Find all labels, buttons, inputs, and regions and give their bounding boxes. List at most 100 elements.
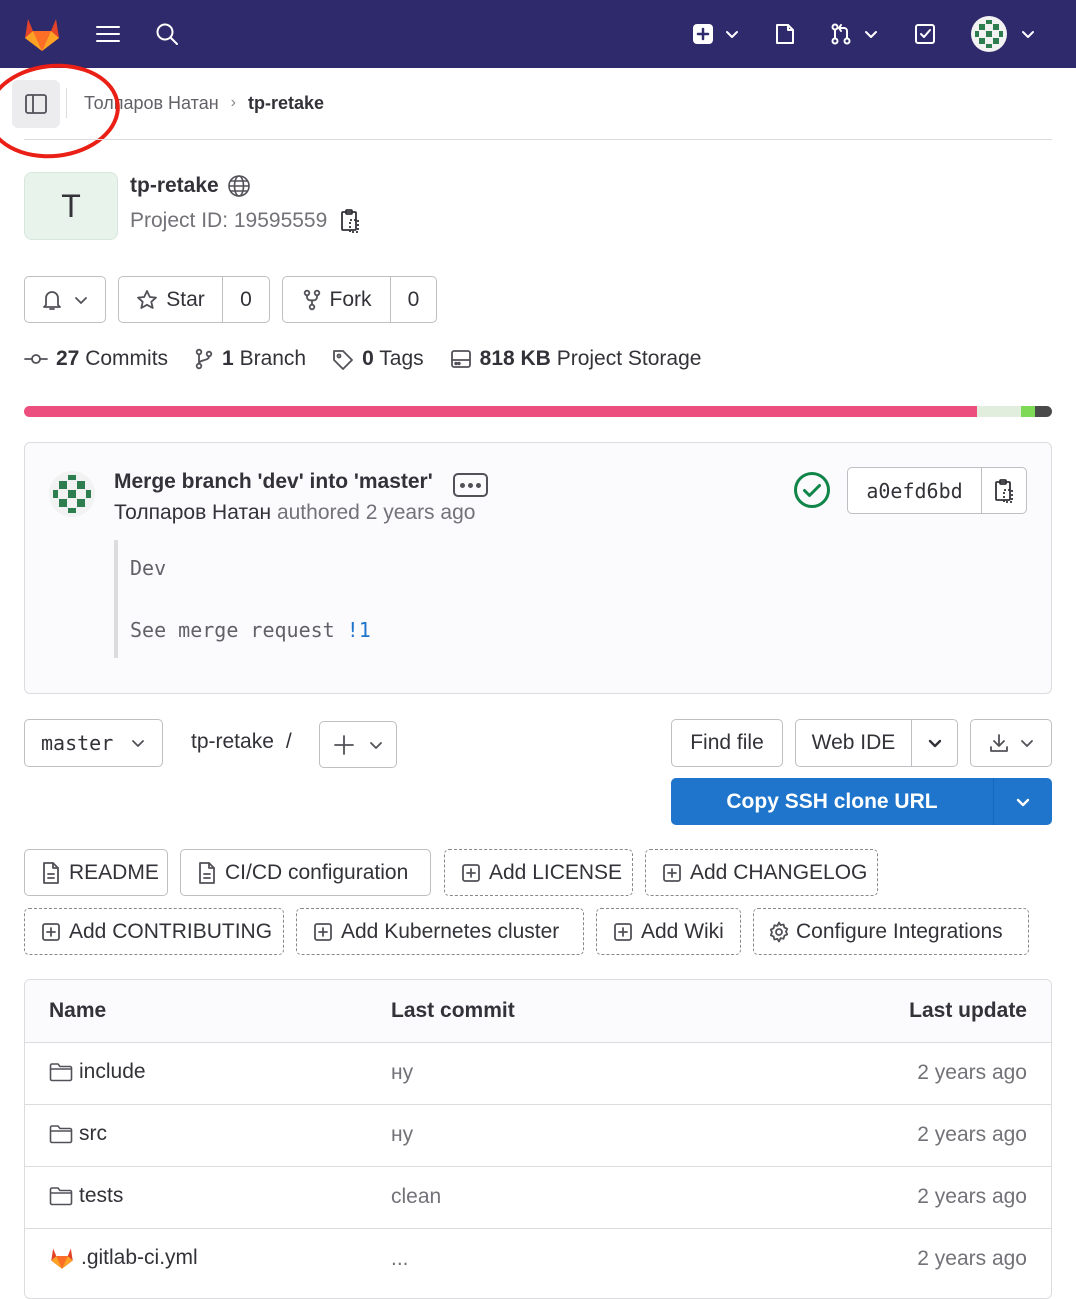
last-commit-message[interactable]: ну [391,1123,413,1147]
last-update-time: 2 years ago [917,1185,1027,1208]
commit-sha-group: a0efd6bd [847,467,1027,514]
language-segment[interactable] [24,406,977,417]
commits-link[interactable]: 27 Commits [24,347,168,371]
sidebar-toggle-button[interactable] [12,80,60,128]
add-changelog-button[interactable]: Add CHANGELOG [645,849,878,896]
chevron-down-icon [370,741,382,749]
notifications-dropdown[interactable] [24,276,106,323]
merge-request-link[interactable]: !1 [347,618,371,642]
copy-ssh-clone-url-button[interactable]: Copy SSH clone URL [671,778,994,825]
fork-count[interactable]: 0 [391,288,436,312]
add-wiki-label: Add Wiki [641,919,724,943]
star-button-group: Star 0 [118,276,270,323]
repo-path-root[interactable]: tp-retake [191,730,274,754]
find-file-button[interactable]: Find file [671,719,783,767]
project-avatar: T [24,172,118,240]
commit-authored-time: authored 2 years ago [276,501,476,524]
add-license-button[interactable]: Add LICENSE [444,849,633,896]
pipeline-passed-icon[interactable] [793,471,831,509]
add-contributing-label: Add CONTRIBUTING [69,919,273,943]
last-update-time: 2 years ago [917,1247,1027,1270]
copy-sha-button[interactable] [982,468,1026,513]
table-row[interactable]: tests clean 2 years ago [25,1166,1051,1229]
star-count[interactable]: 0 [223,288,269,312]
plus-square-icon [314,922,332,941]
last-commit-message[interactable]: ... [391,1247,409,1271]
fork-button[interactable]: Fork [283,277,391,322]
web-ide-dropdown[interactable] [912,736,957,750]
project-id: Project ID: 19595559 [130,208,361,234]
file-name: src [79,1122,107,1145]
breadcrumb-owner[interactable]: Толпаров Натан [84,93,219,114]
menu-icon[interactable] [92,0,124,68]
chevron-down-icon [1021,740,1033,747]
branch-label: Branch [239,347,307,370]
tags-link[interactable]: 0 Tags [332,347,424,371]
last-commit-message[interactable]: ну [391,1061,413,1085]
commits-label: Commits [85,347,169,370]
download-dropdown[interactable] [970,719,1052,767]
commit-description-text: See merge request [130,618,335,642]
issues-icon[interactable] [770,0,800,68]
new-item-dropdown[interactable] [688,0,744,68]
readme-button[interactable]: README [24,849,168,896]
commit-sha[interactable]: a0efd6bd [848,468,982,513]
file-name-link[interactable]: src [49,1122,107,1146]
language-segment[interactable] [976,406,1022,417]
commits-count: 27 [56,347,80,370]
add-wiki-button[interactable]: Add Wiki [596,908,741,955]
branch-selector[interactable]: master [24,719,163,767]
add-contributing-button[interactable]: Add CONTRIBUTING [24,908,284,955]
web-ide-button-group: Web IDE [795,719,958,767]
file-name-link[interactable]: tests [49,1184,123,1208]
commit-author[interactable]: Толпаров Натан [114,501,271,524]
add-to-tree-dropdown[interactable] [319,721,397,768]
folder-icon [49,1063,73,1082]
tag-icon [333,350,354,370]
gitlab-logo-icon[interactable] [20,0,64,68]
fork-icon [303,289,320,310]
merge-request-icon [831,23,851,45]
configure-integrations-button[interactable]: Configure Integrations [753,908,1029,955]
last-commit-message[interactable]: clean [391,1185,441,1209]
table-row[interactable]: .gitlab-ci.yml ... 2 years ago [25,1228,1051,1290]
project-avatar-letter: T [61,187,81,224]
project-stats: 27 Commits 1 Branch 0 Tags 818 KB Projec… [24,344,727,374]
file-name-link[interactable]: .gitlab-ci.yml [49,1246,198,1270]
branches-link[interactable]: 1 Branch [194,347,306,371]
clone-dropdown[interactable] [994,778,1052,825]
file-name-link[interactable]: include [49,1060,146,1084]
add-license-label: Add LICENSE [489,860,623,884]
commit-title[interactable]: Merge branch 'dev' into 'master' [114,470,433,494]
repository-languages-bar[interactable] [24,406,1052,417]
merge-requests-dropdown[interactable] [828,0,880,68]
settings-gear-icon [769,921,789,942]
language-segment[interactable] [1034,406,1052,417]
add-changelog-label: Add CHANGELOG [690,860,868,884]
file-name: tests [79,1184,124,1207]
plus-square-icon [693,24,713,44]
todo-icon[interactable] [910,0,940,68]
file-tree-table: Name Last commit Last update include ну … [24,979,1052,1299]
add-kubernetes-cluster-button[interactable]: Add Kubernetes cluster [296,908,584,955]
web-ide-button[interactable]: Web IDE [796,720,912,766]
commit-author-avatar[interactable] [48,470,96,518]
breadcrumb-project[interactable]: tp-retake [248,93,324,114]
storage-link[interactable]: 818 KB Project Storage [450,347,702,371]
breadcrumb: Толпаров Натан › tp-retake [84,90,324,116]
divider [66,88,67,118]
cicd-configuration-button[interactable]: CI/CD configuration [180,849,431,896]
search-icon[interactable] [152,0,182,68]
globe-icon [227,175,250,197]
language-segment[interactable] [1021,406,1035,417]
toggle-commit-description-button[interactable] [453,473,488,497]
storage-label: Project Storage [556,347,702,370]
readme-label: README [69,860,159,884]
user-menu[interactable] [970,0,1036,68]
copy-icon[interactable] [339,208,361,234]
star-button[interactable]: Star [119,277,223,322]
table-row[interactable]: include ну 2 years ago [25,1042,1051,1105]
table-row[interactable]: src ну 2 years ago [25,1104,1051,1167]
storage-size: 818 KB [479,347,551,370]
last-update-time: 2 years ago [917,1061,1027,1084]
